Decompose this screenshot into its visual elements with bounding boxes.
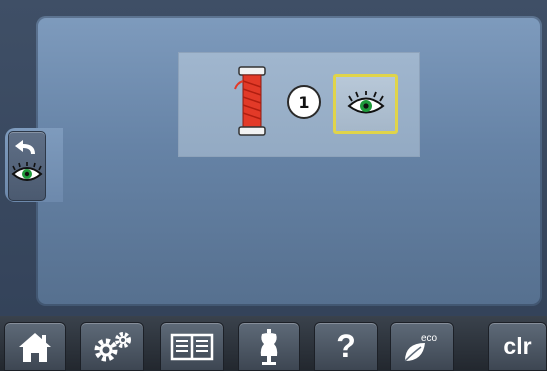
eye-icon [11, 162, 43, 181]
eye-toggle-button[interactable] [333, 74, 398, 134]
help-label: ? [336, 328, 356, 364]
help-button[interactable]: ? [314, 322, 378, 371]
back-view-button[interactable] [8, 131, 46, 201]
sewing-consultant-button[interactable] [238, 322, 300, 371]
eco-button[interactable]: eco [390, 322, 454, 371]
clear-label: clr [503, 333, 532, 359]
book-icon [170, 333, 214, 360]
eye-icon [346, 91, 385, 114]
back-arrow-icon [15, 140, 35, 154]
callout-number: 1 [287, 85, 321, 119]
dress-form-icon [260, 328, 278, 365]
setup-button[interactable] [80, 322, 144, 371]
clear-button[interactable]: clr [488, 322, 547, 371]
eco-label: eco [421, 333, 438, 344]
gears-icon [94, 331, 131, 361]
tutorial-button[interactable] [160, 322, 224, 371]
home-button[interactable] [4, 322, 66, 371]
eco-icon: eco [404, 333, 438, 362]
thread-spool-icon [229, 65, 277, 139]
home-icon [19, 332, 51, 362]
